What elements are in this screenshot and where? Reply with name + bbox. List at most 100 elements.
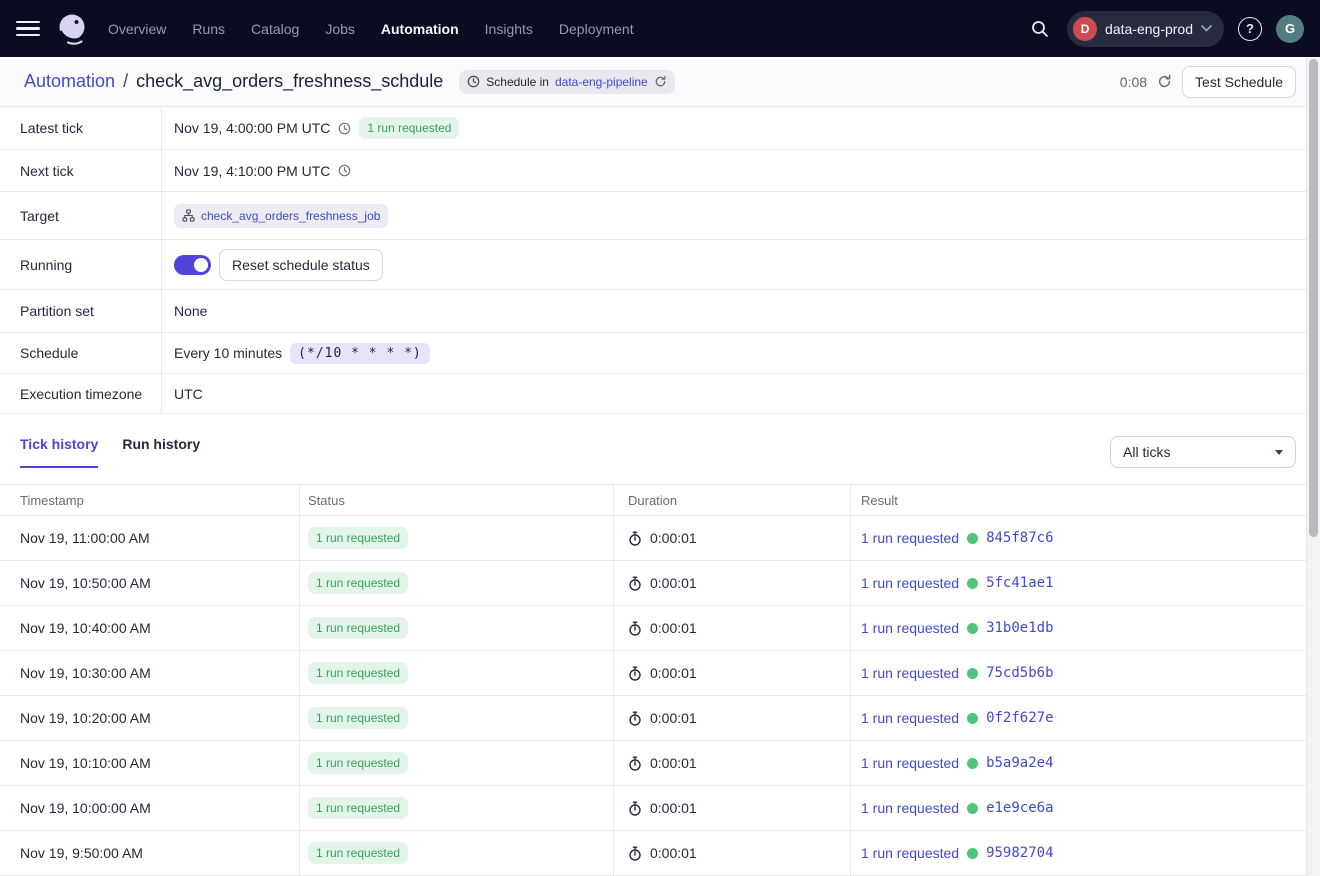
refresh-icon[interactable] <box>654 75 667 88</box>
detail-label: Partition set <box>0 290 162 332</box>
tick-duration: 0:00:01 <box>650 755 697 771</box>
tick-timestamp: Nov 19, 9:50:00 AM <box>0 831 300 876</box>
target-job-link[interactable]: check_avg_orders_freshness_job <box>201 209 380 223</box>
refresh-icon[interactable] <box>1157 74 1172 89</box>
reset-schedule-status-button[interactable]: Reset schedule status <box>219 249 383 281</box>
tick-status-badge: 1 run requested <box>308 617 408 639</box>
run-status-dot-icon <box>967 578 978 589</box>
run-id-link[interactable]: 75cd5b6b <box>986 665 1053 681</box>
detail-row-partition-set: Partition set None <box>0 290 1320 333</box>
job-graph-icon <box>182 209 195 222</box>
refresh-countdown: 0:08 <box>1120 74 1147 90</box>
nav-item-jobs[interactable]: Jobs <box>325 21 355 37</box>
breadcrumb-automation-link[interactable]: Automation <box>24 71 115 92</box>
run-id-link[interactable]: e1e9ce6a <box>986 800 1053 816</box>
detail-row-target: Target check_avg_orders_freshness_job <box>0 192 1320 240</box>
user-avatar[interactable]: G <box>1276 15 1304 43</box>
run-status-dot-icon <box>967 623 978 634</box>
run-id-link[interactable]: b5a9a2e4 <box>986 755 1053 771</box>
detail-row-timezone: Execution timezone UTC <box>0 374 1320 414</box>
tick-filter-select[interactable]: All ticks <box>1110 436 1296 468</box>
partition-set-value: None <box>174 303 207 319</box>
tick-timestamp: Nov 19, 10:00:00 AM <box>0 786 300 831</box>
tick-duration: 0:00:01 <box>650 665 697 681</box>
detail-label: Latest tick <box>0 107 162 149</box>
run-id-link[interactable]: 0f2f627e <box>986 710 1053 726</box>
run-requested-link[interactable]: 1 run requested <box>861 800 959 816</box>
deployment-name: data-eng-prod <box>1105 21 1193 37</box>
cron-expression: (*/10 * * * *) <box>290 343 430 364</box>
scrollbar-track[interactable] <box>1306 58 1320 876</box>
run-requested-link[interactable]: 1 run requested <box>861 755 959 771</box>
clock-icon <box>338 122 351 135</box>
code-location-link[interactable]: data-eng-pipeline <box>555 75 648 89</box>
run-id-link[interactable]: 95982704 <box>986 845 1053 861</box>
help-icon[interactable]: ? <box>1238 17 1262 41</box>
detail-row-next-tick: Next tick Nov 19, 4:10:00 PM UTC <box>0 150 1320 192</box>
tab-run-history[interactable]: Run history <box>122 436 200 468</box>
column-header-duration: Duration <box>614 485 851 516</box>
table-row: Nov 19, 10:00:00 AM 1 run requested 0:00:0… <box>0 786 1320 831</box>
nav-item-automation[interactable]: Automation <box>381 21 459 37</box>
table-body: Nov 19, 11:00:00 AM1 run requested0:00:0… <box>0 516 1320 876</box>
run-requested-link[interactable]: 1 run requested <box>861 665 959 681</box>
run-requested-link[interactable]: 1 run requested <box>861 620 959 636</box>
nav-item-overview[interactable]: Overview <box>108 21 166 37</box>
target-job-chip[interactable]: check_avg_orders_freshness_job <box>174 204 388 228</box>
tick-history-table: Timestamp Status Duration Result Nov 19,… <box>0 484 1320 876</box>
deployment-switcher[interactable]: D data-eng-prod <box>1067 11 1224 47</box>
latest-tick-status-badge: 1 run requested <box>359 117 459 139</box>
nav-item-catalog[interactable]: Catalog <box>251 21 299 37</box>
tick-duration: 0:00:01 <box>650 620 697 636</box>
nav-item-runs[interactable]: Runs <box>192 21 225 37</box>
tick-timestamp: Nov 19, 10:40:00 AM <box>0 606 300 651</box>
tick-status-badge: 1 run requested <box>308 527 408 549</box>
search-icon[interactable] <box>1027 16 1053 42</box>
nav-right: D data-eng-prod ? G <box>1027 11 1304 47</box>
tab-tick-history[interactable]: Tick history <box>20 436 98 468</box>
tick-status-badge: 1 run requested <box>308 797 408 819</box>
running-toggle[interactable] <box>174 255 211 275</box>
detail-label: Execution timezone <box>0 374 162 413</box>
page-header: Automation / check_avg_orders_freshness_… <box>0 57 1320 107</box>
run-requested-link[interactable]: 1 run requested <box>861 845 959 861</box>
detail-row-running: Running Reset schedule status <box>0 240 1320 290</box>
clock-icon <box>467 75 480 88</box>
latest-tick-time: Nov 19, 4:00:00 PM UTC <box>174 120 330 136</box>
column-header-timestamp: Timestamp <box>0 485 300 516</box>
deployment-avatar: D <box>1073 17 1097 41</box>
top-nav: Overview Runs Catalog Jobs Automation Insight… <box>0 0 1320 57</box>
stopwatch-icon <box>628 621 642 636</box>
scrollbar-thumb[interactable] <box>1309 59 1318 537</box>
table-row: Nov 19, 10:50:00 AM1 run requested0:00:0… <box>0 561 1320 606</box>
next-tick-time: Nov 19, 4:10:00 PM UTC <box>174 163 330 179</box>
run-requested-link[interactable]: 1 run requested <box>861 710 959 726</box>
run-id-link[interactable]: 845f87c6 <box>986 530 1053 546</box>
run-id-link[interactable]: 31b0e1db <box>986 620 1053 636</box>
run-requested-link[interactable]: 1 run requested <box>861 575 959 591</box>
nav-item-insights[interactable]: Insights <box>485 21 533 37</box>
run-requested-link[interactable]: 1 run requested <box>861 530 959 546</box>
run-status-dot-icon <box>967 533 978 544</box>
run-status-dot-icon <box>967 803 978 814</box>
table-row: Nov 19, 11:00:00 AM1 run requested0:00:0… <box>0 516 1320 561</box>
tick-timestamp: Nov 19, 10:30:00 AM <box>0 651 300 696</box>
tick-duration: 0:00:01 <box>650 710 697 726</box>
run-id-link[interactable]: 5fc41ae1 <box>986 575 1053 591</box>
tick-duration: 0:00:01 <box>650 800 697 816</box>
column-header-result: Result <box>851 485 1320 516</box>
table-row: Nov 19, 9:50:00 AM 1 run requested 0:00:01… <box>0 831 1320 876</box>
dagster-logo-icon[interactable] <box>54 11 90 47</box>
detail-row-latest-tick: Latest tick Nov 19, 4:00:00 PM UTC 1 run… <box>0 107 1320 150</box>
test-schedule-button[interactable]: Test Schedule <box>1182 66 1296 98</box>
tick-status-badge: 1 run requested <box>308 842 408 864</box>
primary-nav: Overview Runs Catalog Jobs Automation Insight… <box>108 21 634 37</box>
badge-prefix: Schedule in <box>486 75 549 89</box>
history-tabs-bar: Tick history Run history All ticks <box>0 414 1320 484</box>
schedule-location-badge: Schedule in data-eng-pipeline <box>459 70 674 94</box>
stopwatch-icon <box>628 846 642 861</box>
timezone-value: UTC <box>174 386 203 402</box>
nav-item-deployment[interactable]: Deployment <box>559 21 634 37</box>
tick-duration: 0:00:01 <box>650 845 697 861</box>
menu-icon[interactable] <box>16 17 40 41</box>
